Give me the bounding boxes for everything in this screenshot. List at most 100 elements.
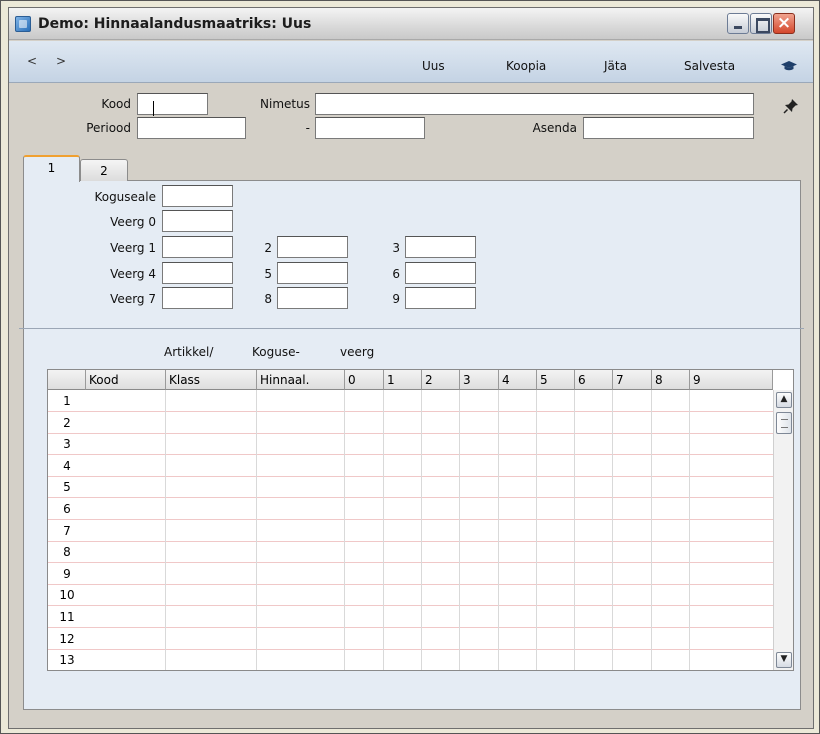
grid-column-line: [165, 390, 166, 670]
grid-column-header[interactable]: 4: [499, 370, 537, 390]
col6-input[interactable]: [405, 262, 476, 284]
grid-row[interactable]: [86, 584, 773, 607]
col3-label: 3: [392, 241, 400, 255]
grid-row-number[interactable]: 4: [48, 455, 86, 477]
grid-column-header[interactable]: 1: [384, 370, 422, 390]
grid-row[interactable]: [86, 412, 773, 434]
period-to-input[interactable]: [315, 117, 425, 139]
vertical-scrollbar[interactable]: ▲ ▼: [773, 390, 793, 670]
pin-icon[interactable]: [783, 98, 799, 114]
save-button[interactable]: Salvesta: [684, 59, 735, 73]
grid-row[interactable]: [86, 563, 773, 585]
grid-row[interactable]: [86, 455, 773, 477]
grid-superheader-artikkel: Artikkel/: [164, 345, 214, 359]
grid-superheader-koguse: Koguse-: [252, 345, 300, 359]
name-input[interactable]: [315, 93, 754, 115]
grid-column-header[interactable]: 0: [345, 370, 384, 390]
grid-row[interactable]: [86, 649, 773, 670]
qty-area-input[interactable]: [162, 185, 233, 207]
tab-1[interactable]: 1: [23, 155, 80, 182]
scroll-up-icon[interactable]: ▲: [776, 392, 792, 408]
window-frame: Demo: Hinnaalandusmaatriks: Uus × < > Uu…: [8, 7, 814, 729]
col7-label: Veerg 7: [110, 292, 156, 306]
scroll-thumb[interactable]: [776, 412, 792, 434]
section-divider: [19, 328, 804, 329]
qty-area-label: Koguseale: [94, 190, 156, 204]
maximize-button[interactable]: [750, 13, 772, 34]
col8-input[interactable]: [277, 287, 348, 309]
grid-row[interactable]: [86, 433, 773, 456]
copy-button[interactable]: Koopia: [506, 59, 546, 73]
new-button[interactable]: Uus: [422, 59, 445, 73]
grid-row-number[interactable]: 13: [48, 649, 86, 670]
col6-label: 6: [392, 267, 400, 281]
col1-input[interactable]: [162, 236, 233, 258]
grid-row-number[interactable]: 7: [48, 520, 86, 542]
grid-row-number[interactable]: 5: [48, 476, 86, 499]
grid-row[interactable]: [86, 520, 773, 542]
discard-button[interactable]: Jäta: [604, 59, 627, 73]
title-bar[interactable]: Demo: Hinnaalandusmaatriks: Uus ×: [9, 8, 813, 40]
graduation-cap-icon[interactable]: [781, 61, 797, 71]
grid-column-header[interactable]: Kood: [86, 370, 166, 390]
grid-column-line: [459, 390, 460, 670]
grid-column-line: [498, 390, 499, 670]
grid-corner: [48, 370, 86, 390]
scroll-down-icon[interactable]: ▼: [776, 652, 792, 668]
grid-row[interactable]: [86, 390, 773, 412]
back-icon[interactable]: <: [27, 54, 37, 68]
grid-column-line: [574, 390, 575, 670]
col5-label: 5: [264, 267, 272, 281]
text-caret: [153, 101, 154, 116]
window-title: Demo: Hinnaalandusmaatriks: Uus: [38, 16, 312, 32]
grid-row-number[interactable]: 2: [48, 412, 86, 434]
replace-input[interactable]: [583, 117, 754, 139]
col7-input[interactable]: [162, 287, 233, 309]
app-icon: [15, 16, 31, 32]
grid-row[interactable]: [86, 498, 773, 520]
grid-column-header[interactable]: 5: [537, 370, 575, 390]
grid-row-number[interactable]: 3: [48, 433, 86, 456]
grid-superheader-veerg: veerg: [340, 345, 375, 359]
grid-row-number[interactable]: 6: [48, 498, 86, 520]
col9-input[interactable]: [405, 287, 476, 309]
code-label: Kood: [101, 97, 131, 111]
grid-row[interactable]: [86, 476, 773, 499]
name-label: Nimetus: [260, 97, 310, 111]
grid-row-number[interactable]: 1: [48, 390, 86, 412]
grid-column-header[interactable]: 2: [422, 370, 460, 390]
code-input[interactable]: [137, 93, 208, 115]
grid-column-header[interactable]: 7: [613, 370, 652, 390]
grid-row[interactable]: [86, 541, 773, 564]
tab-2[interactable]: 2: [80, 159, 128, 181]
col2-input[interactable]: [277, 236, 348, 258]
grid-column-header[interactable]: 6: [575, 370, 613, 390]
period-separator: -: [305, 121, 310, 135]
grid-row[interactable]: [86, 628, 773, 650]
col4-input[interactable]: [162, 262, 233, 284]
col5-input[interactable]: [277, 262, 348, 284]
col9-label: 9: [392, 292, 400, 306]
period-from-input[interactable]: [137, 117, 246, 139]
grid-column-header[interactable]: 9: [690, 370, 773, 390]
grid-column-header[interactable]: 8: [652, 370, 690, 390]
grid-column-header[interactable]: Klass: [166, 370, 257, 390]
forward-icon[interactable]: >: [56, 54, 66, 68]
grid-row-number[interactable]: 12: [48, 628, 86, 650]
grid-row-number[interactable]: 8: [48, 541, 86, 564]
grid-column-line: [256, 390, 257, 670]
window: Demo: Hinnaalandusmaatriks: Uus × < > Uu…: [0, 0, 820, 734]
close-button[interactable]: ×: [773, 13, 795, 34]
col0-input[interactable]: [162, 210, 233, 232]
grid-row-number[interactable]: 10: [48, 584, 86, 607]
grid-column-line: [536, 390, 537, 670]
grid-row[interactable]: [86, 606, 773, 628]
col3-input[interactable]: [405, 236, 476, 258]
grid-column-header[interactable]: 3: [460, 370, 499, 390]
minimize-button[interactable]: [727, 13, 749, 34]
col1-label: Veerg 1: [110, 241, 156, 255]
grid-column-header[interactable]: Hinnaal.: [257, 370, 345, 390]
grid-row-number[interactable]: 9: [48, 563, 86, 585]
grid-row-number[interactable]: 11: [48, 606, 86, 628]
col2-label: 2: [264, 241, 272, 255]
